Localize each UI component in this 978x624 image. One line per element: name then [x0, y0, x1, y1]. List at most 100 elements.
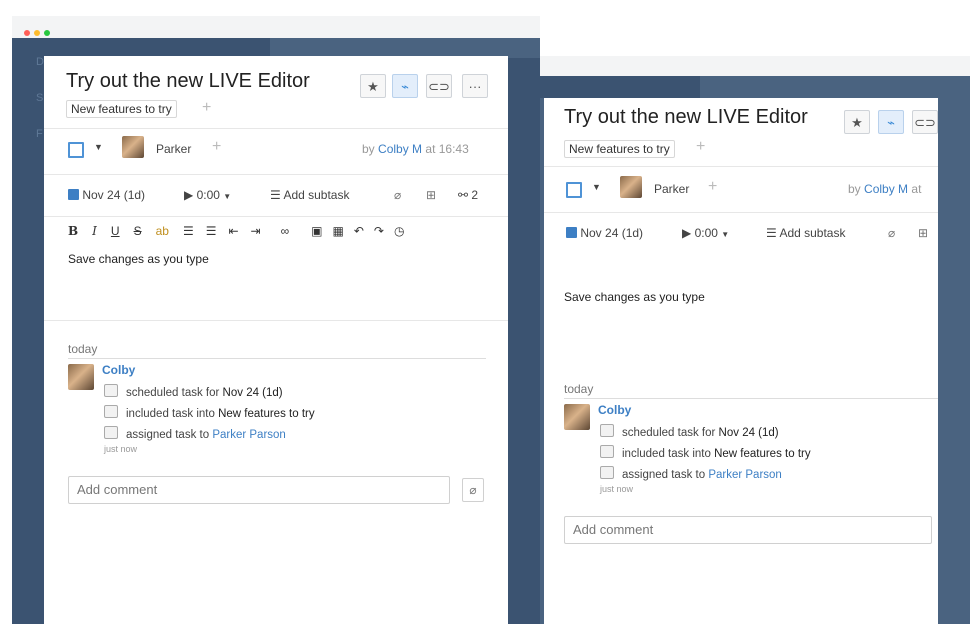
left-window-titlebar	[12, 16, 540, 38]
divider	[44, 128, 508, 129]
task-title[interactable]: Try out the new LIVE Editor	[66, 70, 310, 93]
folder-tag[interactable]: New features to try	[66, 100, 177, 118]
author-line: by Colby M at 16:43	[362, 142, 469, 156]
subtask-icon: ☰	[766, 226, 777, 240]
add-subtask-label: Add subtask	[283, 188, 350, 202]
status-dropdown-icon[interactable]: ▼	[94, 142, 103, 152]
add-subtask-label: Add subtask	[779, 226, 846, 240]
task-title[interactable]: Try out the new LIVE Editor	[564, 106, 808, 129]
rss-icon: ⌁	[401, 79, 409, 94]
star-button[interactable]: ★	[844, 110, 870, 134]
minimize-dot[interactable]	[34, 30, 40, 36]
redo-icon[interactable]: ↷	[374, 224, 384, 238]
add-folder-button[interactable]: +	[696, 138, 705, 156]
stream-user[interactable]: Colby	[102, 363, 135, 377]
history-icon[interactable]: ◷	[394, 224, 404, 238]
sidebar-letter: F	[36, 128, 43, 140]
subtask-icon: ☰	[270, 188, 281, 202]
italic-button[interactable]: I	[92, 224, 97, 238]
stream-day-divider	[564, 398, 938, 399]
task-description[interactable]: Save changes as you type	[68, 252, 209, 266]
assignee-link[interactable]: Parker Parson	[708, 469, 782, 481]
add-assignee-button[interactable]: +	[212, 138, 221, 156]
assignee-link[interactable]: Parker Parson	[212, 429, 286, 441]
status-dropdown-icon[interactable]: ▼	[592, 182, 601, 192]
follow-button[interactable]: ⌁	[392, 74, 418, 98]
zoom-dot[interactable]	[44, 30, 50, 36]
stream-item-text: scheduled task for	[126, 387, 220, 399]
add-subtask-button[interactable]: ☰ Add subtask	[270, 188, 349, 202]
link-button[interactable]: ⊂⊃	[912, 110, 938, 134]
stream-user[interactable]: Colby	[598, 403, 631, 417]
underline-button[interactable]: U	[111, 224, 120, 238]
dependency-icon[interactable]: ⊞	[918, 226, 928, 240]
bullet-list-icon[interactable]: ☰	[206, 224, 217, 238]
date-button[interactable]: Nov 24 (1d)	[68, 188, 145, 202]
task-panel: Try out the new LIVE Editor ★ ⌁ ⊂⊃ New f…	[544, 98, 938, 624]
chevron-down-icon: ▼	[223, 192, 232, 201]
task-description[interactable]: Save changes as you type	[564, 290, 705, 304]
author-link[interactable]: Colby M	[378, 142, 422, 156]
timer-button[interactable]: ▶ 0:00 ▼	[682, 226, 729, 240]
add-assignee-button[interactable]: +	[708, 178, 717, 196]
divider	[44, 216, 508, 217]
follow-button[interactable]: ⌁	[878, 110, 904, 134]
assignee-name[interactable]: Parker	[654, 182, 689, 196]
more-button[interactable]: ···	[462, 74, 488, 98]
assignee-name[interactable]: Parker	[156, 142, 191, 156]
add-subtask-button[interactable]: ☰ Add subtask	[766, 226, 845, 240]
date-button[interactable]: Nov 24 (1d)	[566, 226, 643, 240]
created-time: 16:43	[438, 142, 469, 156]
timer-button[interactable]: ▶ 0:00 ▼	[184, 188, 231, 202]
by-label: by	[848, 182, 861, 196]
folder-tag[interactable]: New features to try	[564, 140, 675, 158]
stream-avatar	[68, 364, 94, 390]
image-icon[interactable]: ▣	[311, 224, 322, 238]
link-icon: ⊂⊃	[428, 79, 450, 94]
assignee-avatar[interactable]	[122, 136, 144, 158]
close-dot[interactable]	[24, 30, 30, 36]
author-link[interactable]: Colby M	[864, 182, 908, 196]
stream-item: included task into New features to try	[104, 405, 315, 420]
folder-icon	[104, 405, 118, 418]
outdent-icon[interactable]: ⇤	[228, 224, 238, 238]
sidebar-letter: S	[36, 92, 44, 104]
undo-icon[interactable]: ↶	[354, 224, 364, 238]
attachment-icon[interactable]: ⌀	[394, 188, 401, 202]
subtasks-count-button[interactable]: ⚯ 2	[458, 188, 478, 202]
comment-input[interactable]: Add comment	[68, 476, 450, 504]
user-icon	[104, 426, 118, 439]
star-button[interactable]: ★	[360, 74, 386, 98]
comment-input[interactable]: Add comment	[564, 516, 932, 544]
editor-toolbar: B I U Sab ☰ ☰ ⇤ ⇥ ∞ ▣ ▦ ↶ ↷ ◷	[68, 224, 404, 238]
ordered-list-icon[interactable]: ☰	[183, 224, 194, 238]
strikethrough-button[interactable]: S	[134, 224, 142, 238]
highlight-icon[interactable]: ab	[156, 224, 169, 238]
stream-item: scheduled task for Nov 24 (1d)	[104, 384, 283, 399]
link-button[interactable]: ⊂⊃	[426, 74, 452, 98]
stream-item-value: Nov 24 (1d)	[222, 387, 283, 399]
at-label: at	[425, 142, 436, 156]
link-icon[interactable]: ∞	[281, 224, 290, 238]
stream-item: assigned task to Parker Parson	[104, 426, 286, 441]
rss-icon: ⌁	[887, 115, 895, 130]
stream-item: scheduled task for Nov 24 (1d)	[600, 424, 779, 439]
calendar-icon	[68, 189, 79, 200]
stream-item-value: New features to try	[218, 408, 315, 420]
attachment-button[interactable]: ⌀	[462, 478, 484, 502]
dependency-icon[interactable]: ⊞	[426, 188, 436, 202]
attachment-icon[interactable]: ⌀	[888, 226, 895, 240]
bold-button[interactable]: B	[68, 224, 78, 238]
link-icon: ⊂⊃	[914, 115, 936, 130]
divider	[44, 174, 508, 175]
table-icon[interactable]: ▦	[333, 224, 344, 238]
left-window: D S F Try out the new LIVE Editor ★ ⌁ ⊂⊃…	[12, 16, 540, 624]
assignee-avatar[interactable]	[620, 176, 642, 198]
stream-day-divider	[68, 358, 486, 359]
add-folder-button[interactable]: +	[202, 99, 211, 117]
status-checkbox[interactable]	[68, 142, 84, 158]
stream-day-label: today	[68, 342, 98, 356]
indent-icon[interactable]: ⇥	[251, 224, 261, 238]
status-checkbox[interactable]	[566, 182, 582, 198]
subtasks-count: 2	[471, 188, 479, 202]
